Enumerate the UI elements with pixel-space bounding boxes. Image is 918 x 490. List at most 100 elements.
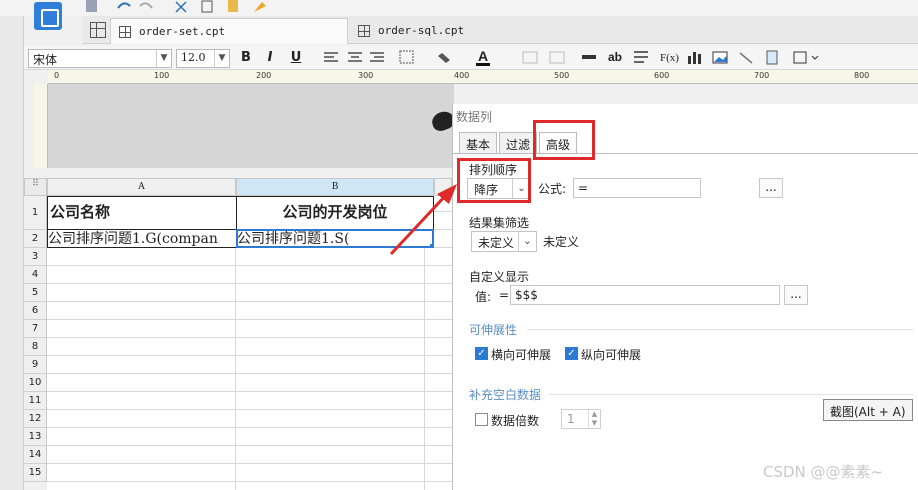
row-header[interactable]: 4 <box>24 266 47 284</box>
data-multiple-checkbox[interactable] <box>475 413 488 426</box>
align-right-icon <box>370 52 384 62</box>
chevron-down-icon: ⌄ <box>518 232 536 251</box>
ruler-tick: 0 <box>54 71 60 80</box>
formula-label: 公式: <box>538 182 567 196</box>
row-header[interactable]: 8 <box>24 338 47 356</box>
format-painter-icon <box>254 2 266 12</box>
ruler-tick: 600 <box>654 71 670 80</box>
font-family-value: 宋体 <box>33 53 58 67</box>
save-icon <box>86 0 97 12</box>
row-header[interactable]: 3 <box>24 248 47 266</box>
split-cells-icon <box>549 51 565 64</box>
chevron-down-icon: ▼ <box>156 50 171 67</box>
italic-button[interactable]: I <box>262 49 278 67</box>
vertical-ruler <box>34 84 48 168</box>
tab-label: order-sql.cpt <box>378 24 465 37</box>
ruler-tick: 800 <box>854 71 870 80</box>
row-header[interactable]: 5 <box>24 284 47 302</box>
insert-text-icon <box>582 55 596 59</box>
spinner-arrows-icon[interactable]: ▲ ▼ <box>588 410 600 428</box>
value-input[interactable]: $$$ <box>510 285 780 305</box>
dialog-title: 数据列 <box>456 110 493 124</box>
value-equals: = <box>499 288 510 302</box>
formula-input[interactable]: = <box>573 178 701 198</box>
font-size-select[interactable]: 12.0 ▼ <box>176 49 230 68</box>
value-label: 值: <box>475 290 492 304</box>
tab-filter[interactable]: 过滤 <box>499 132 538 154</box>
row-header[interactable]: 13 <box>24 428 47 446</box>
paste-icon <box>228 0 238 12</box>
ruler-tick: 400 <box>454 71 470 80</box>
sheet-corner[interactable]: ⠿ <box>24 178 47 196</box>
vertical-extend-checkbox[interactable]: ✓ <box>565 347 578 360</box>
redo-icon <box>139 2 153 9</box>
left-panel-strip <box>0 16 24 490</box>
slash-icon <box>739 52 753 64</box>
tab-order-set[interactable]: order-set.cpt <box>110 18 348 44</box>
result-filter-label: 结果集筛选 <box>469 216 530 230</box>
bold-button[interactable]: B <box>238 49 254 67</box>
row-header[interactable]: 15 <box>24 464 47 482</box>
section-divider <box>527 329 913 330</box>
row-header[interactable]: 1 <box>24 196 47 230</box>
row-header[interactable]: 14 <box>24 446 47 464</box>
cell-a2[interactable]: 公司排序问题1.G(compan <box>47 229 237 248</box>
chevron-down-icon: ▼ <box>214 50 229 67</box>
align-left-icon <box>324 52 338 62</box>
row-header[interactable]: 6 <box>24 302 47 320</box>
quick-actions <box>86 0 266 13</box>
tab-basic[interactable]: 基本 <box>459 132 498 154</box>
chart-icon <box>688 52 701 64</box>
row-header[interactable]: 2 <box>24 230 47 248</box>
custom-display-label: 自定义显示 <box>469 270 530 284</box>
border-icon <box>399 50 414 64</box>
format-tool-icons: A ab F(x) <box>324 48 819 66</box>
row-header[interactable]: 10 <box>24 374 47 392</box>
ruler-tick: 500 <box>554 71 570 80</box>
vertical-extend-label: 纵向可伸展 <box>581 348 642 362</box>
ruler-tick: 700 <box>754 71 770 80</box>
report-file-icon <box>358 25 370 37</box>
cell-a1[interactable]: 公司名称 <box>47 196 237 230</box>
report-header-area <box>48 84 454 168</box>
align-center-icon <box>348 52 362 62</box>
data-multiple-spinner[interactable]: 1 ▲ ▼ <box>561 409 601 429</box>
screenshot-tooltip: 截图(Alt + A) <box>823 399 913 421</box>
data-multiple-value: 1 <box>567 412 575 426</box>
annotation-arrow <box>389 184 457 256</box>
ab-icon: ab <box>608 50 622 64</box>
row-header[interactable]: 9 <box>24 356 47 374</box>
horizontal-extend-checkbox[interactable]: ✓ <box>475 347 488 360</box>
row-header[interactable]: 7 <box>24 320 47 338</box>
fill-blank-section: 补充空白数据 <box>469 388 542 402</box>
formula-icon: F(x) <box>660 52 679 64</box>
result-filter-select[interactable]: 未定义 ⌄ <box>471 231 537 252</box>
rich-text-icon <box>634 51 648 63</box>
data-multiple-label: 数据倍数 <box>491 414 540 428</box>
tab-divider <box>453 153 918 154</box>
formula-edit-button[interactable]: ... <box>759 178 783 198</box>
fill-color-icon <box>438 53 450 63</box>
row-header[interactable]: 11 <box>24 392 47 410</box>
underline-button[interactable]: U <box>288 49 304 67</box>
value-edit-button[interactable]: ... <box>784 285 808 305</box>
report-file-icon <box>119 26 131 38</box>
extensibility-section: 可伸展性 <box>469 323 518 337</box>
font-family-select[interactable]: 宋体 ▼ <box>28 49 172 68</box>
subreport-icon <box>766 50 778 65</box>
annotation-box-advanced-tab <box>533 120 595 160</box>
undo-icon <box>117 2 131 9</box>
float-element-icon <box>793 51 807 64</box>
watermark: CSDN @@素素~ <box>763 463 884 481</box>
section-divider <box>549 394 913 395</box>
horizontal-ruler: 0 100 200 300 400 500 600 700 800 <box>48 70 918 84</box>
tab-order-sql[interactable]: order-sql.cpt <box>350 18 510 44</box>
designer-app-icon[interactable] <box>34 2 62 30</box>
column-header-a[interactable]: A <box>47 178 236 196</box>
row-header[interactable]: 12 <box>24 410 47 428</box>
result-filter-value: 未定义 <box>478 236 515 250</box>
annotation-box-sort-order <box>457 158 531 203</box>
cut-icon <box>175 1 187 13</box>
ruler-tick: 100 <box>154 71 170 80</box>
new-report-icon[interactable] <box>90 22 106 38</box>
